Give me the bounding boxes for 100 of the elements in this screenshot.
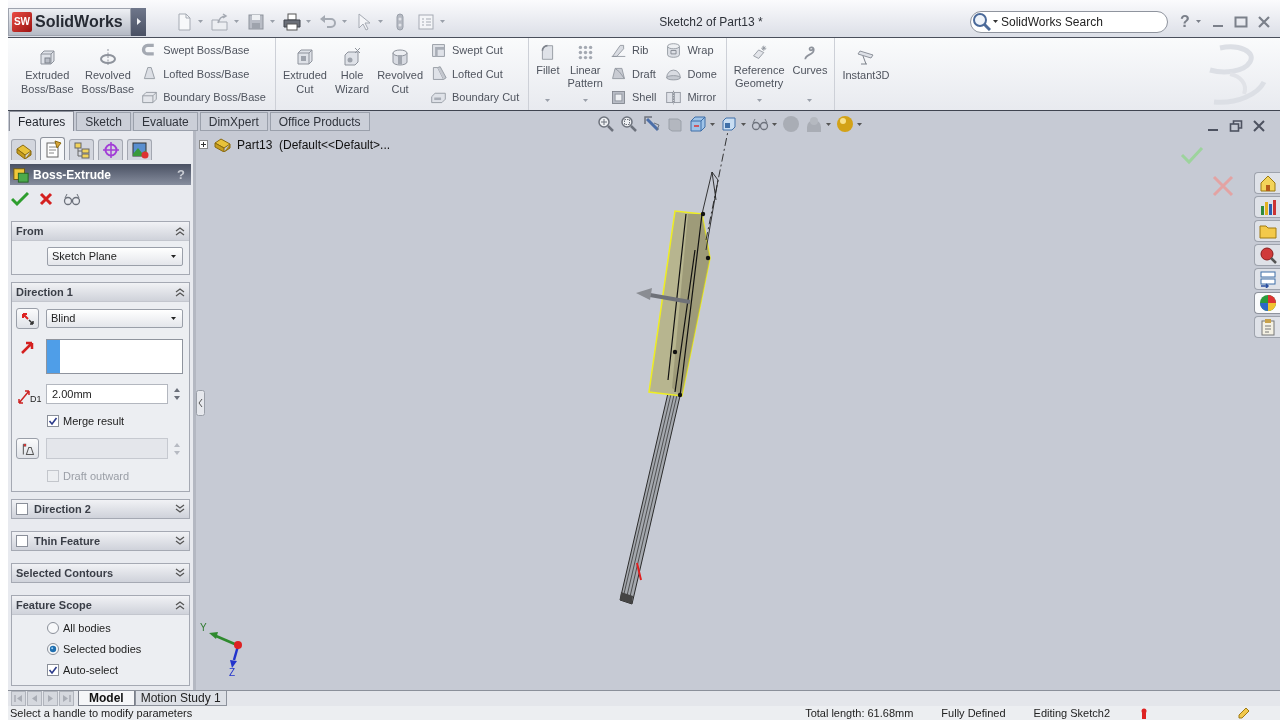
dropdown[interactable]: Blind (46, 309, 183, 328)
command-button[interactable]: Boundary Boss/Base (141, 87, 269, 108)
command-button[interactable]: Wrap (665, 40, 720, 61)
checklist-icon[interactable] (417, 12, 435, 31)
group-header[interactable]: Feature Scope (12, 596, 189, 614)
menu-expand-button[interactable] (131, 7, 146, 36)
undo-arrow-icon[interactable] (319, 12, 337, 31)
display-cube-icon[interactable] (720, 115, 738, 133)
view-cube-icon[interactable] (689, 115, 707, 133)
tree-item[interactable]: Part13 (Default<<Default>... (237, 138, 391, 151)
command-button[interactable]: Linear Pattern (563, 38, 607, 110)
check-icon[interactable] (11, 191, 29, 207)
caret-icon[interactable] (993, 20, 998, 23)
expand-icon[interactable] (199, 140, 208, 149)
glasses-icon[interactable] (63, 192, 81, 206)
collapse-handle-icon[interactable] (196, 390, 205, 416)
previous-view-icon[interactable] (643, 115, 661, 133)
command-button[interactable]: Boundary Cut (430, 87, 523, 108)
folder-arrow-icon[interactable] (211, 12, 229, 31)
command-button[interactable]: Rib (609, 40, 660, 61)
checkbox[interactable] (47, 664, 59, 676)
command-button[interactable]: Swept Boss/Base (141, 40, 269, 61)
search-field[interactable]: SolidWorks Search (1001, 12, 1161, 31)
command-button[interactable]: Dome (665, 64, 720, 84)
pointer-icon[interactable] (355, 12, 373, 31)
double-chevron-up-icon[interactable] (175, 600, 185, 610)
command-button[interactable]: Shell (609, 87, 660, 108)
manager-tab[interactable] (11, 139, 36, 160)
depth-field[interactable]: 2.00mm (46, 384, 168, 404)
close-icon[interactable] (1252, 119, 1266, 133)
bottom-tab[interactable]: Model (78, 691, 135, 706)
command-button[interactable]: Hole Wizard (330, 38, 374, 110)
radio-button[interactable] (47, 622, 59, 634)
group-header[interactable]: Direction 1 (12, 283, 189, 301)
color-ball-icon (1258, 294, 1277, 312)
reverse-direction-button[interactable] (16, 308, 39, 329)
checkbox[interactable] (16, 503, 28, 515)
selection-list-box[interactable] (46, 339, 183, 374)
caret-icon[interactable] (171, 255, 176, 258)
checkbox[interactable] (16, 535, 28, 547)
command-tab[interactable]: Office Products (269, 112, 370, 131)
bottom-tab[interactable]: Motion Study 1 (134, 691, 227, 706)
group-header[interactable]: From (12, 222, 189, 240)
cylinder-icon (665, 42, 683, 60)
command-button[interactable]: Swept Cut (430, 40, 523, 61)
task-pane-tab[interactable] (1254, 268, 1280, 290)
radio-button[interactable] (47, 643, 59, 655)
command-button[interactable]: Reference Geometry (729, 38, 789, 110)
command-button[interactable]: Lofted Cut (430, 64, 523, 84)
task-pane-tab[interactable] (1254, 292, 1280, 314)
double-chevron-down-icon[interactable] (175, 536, 185, 546)
command-button[interactable]: Mirror (665, 87, 720, 108)
search-icon[interactable] (972, 12, 991, 31)
draft-button[interactable] (16, 438, 39, 459)
command-button[interactable]: Instant3D (838, 38, 894, 110)
maximize-icon[interactable] (1233, 14, 1248, 29)
task-pane-tab[interactable] (1254, 196, 1280, 218)
double-chevron-up-icon[interactable] (175, 226, 185, 236)
command-button[interactable]: Extruded Boss/Base (17, 38, 78, 110)
close-icon[interactable] (1256, 14, 1271, 29)
triangle-icon (136, 18, 141, 25)
task-pane-tab[interactable] (1254, 244, 1280, 266)
manager-tab[interactable] (127, 139, 152, 160)
double-chevron-down-icon[interactable] (175, 504, 185, 514)
command-button[interactable]: Lofted Boss/Base (141, 64, 269, 84)
command-button[interactable]: Curves (788, 38, 832, 110)
search-icon (1258, 246, 1277, 264)
manager-tab[interactable] (40, 137, 65, 160)
command-button[interactable]: Draft (609, 64, 660, 84)
group-header[interactable]: Direction 2 (12, 500, 189, 518)
restore-icon[interactable] (1229, 119, 1243, 133)
checkbox[interactable] (47, 415, 59, 427)
command-button[interactable]: Fillet (532, 38, 564, 110)
printer-icon[interactable] (283, 12, 301, 31)
cancel-icon[interactable] (39, 192, 53, 206)
command-tab[interactable]: Evaluate (133, 112, 198, 131)
zoom-to-fit-icon[interactable] (597, 115, 615, 133)
manager-tab[interactable] (98, 139, 123, 160)
angled-plate-icon (609, 42, 627, 60)
dropdown[interactable]: Sketch Plane (47, 247, 183, 266)
check-icon[interactable] (1180, 145, 1204, 165)
search-bar[interactable]: SolidWorks Search (970, 10, 1168, 33)
group-header[interactable]: Thin Feature (12, 532, 189, 550)
axis-triad-icon (207, 629, 243, 669)
caret-icon[interactable] (171, 317, 176, 320)
command-tab[interactable]: DimXpert (199, 112, 268, 131)
command-button[interactable]: Revolved Cut (373, 38, 427, 110)
reverse-arrows-icon (20, 311, 35, 326)
command-button[interactable]: Revolved Boss/Base (77, 38, 139, 110)
manager-tab[interactable] (69, 139, 94, 160)
task-pane-tab[interactable] (1254, 172, 1280, 194)
command-tab[interactable]: Features (9, 111, 75, 131)
radio-label: Selected bodies (63, 642, 142, 656)
blank-page-icon[interactable] (175, 12, 193, 31)
double-chevron-up-icon[interactable] (175, 287, 185, 297)
command-button[interactable]: Extruded Cut (278, 38, 331, 110)
command-tab[interactable]: Sketch (76, 112, 132, 131)
zoom-area-icon[interactable] (620, 115, 638, 133)
double-chevron-down-icon[interactable] (175, 568, 185, 578)
group-header[interactable]: Selected Contours (12, 564, 189, 582)
